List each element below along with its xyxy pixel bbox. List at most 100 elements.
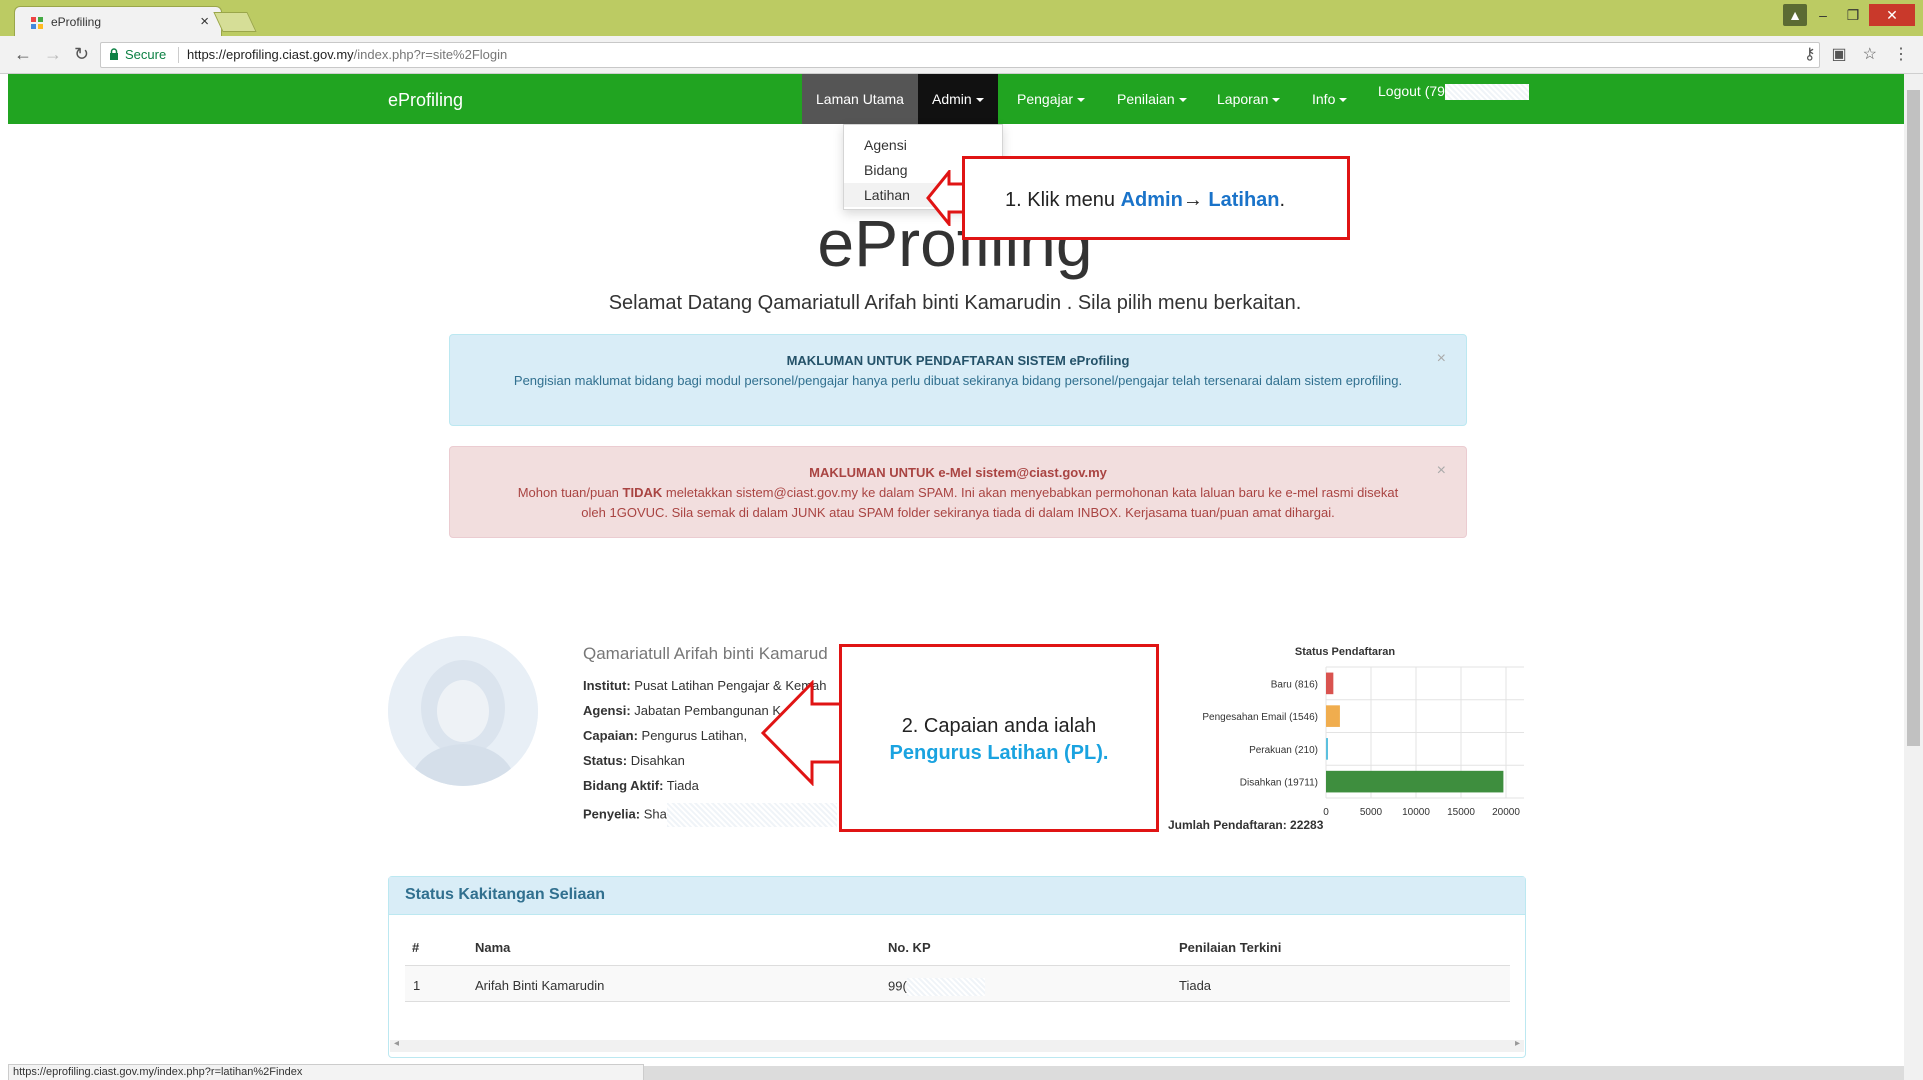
back-icon[interactable]: ← xyxy=(14,44,32,65)
page-horizontal-scrollbar[interactable] xyxy=(644,1066,1904,1080)
chart-category-label: Pengesahan Email (1546) xyxy=(1202,712,1318,723)
forward-icon[interactable]: → xyxy=(44,44,62,65)
tab-title: eProfiling xyxy=(51,15,102,29)
nav-label: Admin xyxy=(932,91,972,107)
close-window-button[interactable]: ✕ xyxy=(1869,4,1915,26)
danger-alert: MAKLUMAN UNTUK e-Mel sistem@ciast.gov.my… xyxy=(449,446,1467,538)
site-brand[interactable]: eProfiling xyxy=(388,90,463,111)
restore-button[interactable]: ❐ xyxy=(1839,4,1867,26)
browser-tab-strip xyxy=(0,0,1923,36)
profile-bidang: Bidang Aktif: Tiada xyxy=(583,778,699,793)
status-pendaftaran-chart: Status Pendaftaran Baru (816) Pengesahan … xyxy=(1168,646,1524,832)
scroll-right-icon[interactable]: ▸ xyxy=(1515,1038,1520,1049)
nav-label: Laman Utama xyxy=(816,91,904,107)
scroll-left-icon[interactable]: ◂ xyxy=(394,1038,399,1049)
table-horizontal-scrollbar[interactable]: ◂ ▸ xyxy=(390,1038,1524,1052)
profile-capaian: Capaian: Pengurus Latihan, xyxy=(583,728,747,743)
reload-icon[interactable]: ↻ xyxy=(74,44,89,65)
info-alert-heading: MAKLUMAN UNTUK PENDAFTARAN SISTEM eProfi… xyxy=(786,353,1130,368)
nav-label: Penilaian xyxy=(1117,91,1175,107)
nav-label: Pengajar xyxy=(1017,91,1074,107)
url-host: https://eprofiling.ciast.gov.my xyxy=(187,47,354,62)
chart-tick-label: 0 xyxy=(1323,807,1329,818)
col-header-penilaian: Penilaian Terkini xyxy=(1179,940,1282,955)
callout1-arrow xyxy=(926,170,965,226)
danger-alert-heading: MAKLUMAN UNTUK e-Mel sistem@ciast.gov.my xyxy=(809,465,1107,480)
callout1-arrow-glyph: → xyxy=(1182,189,1209,211)
window-controls: ▲ – ❐ ✕ xyxy=(1783,4,1915,28)
profile-name: Qamariatull Arifah binti Kamarud xyxy=(583,644,828,663)
dropdown-item-agensi[interactable]: Agensi xyxy=(844,133,1002,157)
danger-alert-body: Mohon tuan/puan TIDAK meletakkan sistem@… xyxy=(510,483,1406,523)
close-icon[interactable]: × xyxy=(1437,349,1446,369)
nav-laman-utama[interactable]: Laman Utama xyxy=(802,74,918,124)
minimize-button[interactable]: – xyxy=(1809,4,1837,26)
chart-category-label: Disahkan (19711) xyxy=(1240,778,1318,789)
tab-close-icon[interactable]: × xyxy=(200,13,209,30)
chart-bar xyxy=(1326,705,1340,727)
chart-bar xyxy=(1326,672,1334,695)
welcome-message: Selamat Datang Qamariatull Arifah binti … xyxy=(608,292,1302,314)
info-alert-body: Pengisian maklumat bidang bagi modul per… xyxy=(513,373,1403,388)
danger-body-post: meletakkan sistem@ciast.gov.my ke dalam … xyxy=(581,485,1399,520)
nav-penilaian[interactable]: Penilaian xyxy=(1103,74,1201,124)
scrollbar-thumb[interactable] xyxy=(1907,90,1920,746)
danger-body-pre: Mohon tuan/puan xyxy=(517,485,623,500)
translate-icon[interactable]: ▣ xyxy=(1832,44,1847,64)
chart-category-labels: Baru (816) Pengesahan Email (1546) Perakua… xyxy=(1202,679,1318,788)
caret-down-icon xyxy=(1178,98,1187,103)
chart-category-label: Perakuan (210) xyxy=(1249,745,1318,756)
profile-status: Status: Disahkan xyxy=(583,753,685,768)
lock-icon xyxy=(110,48,118,60)
chart-tick-labels: 0 5000 10000 15000 20000 xyxy=(1323,807,1520,818)
penyelia-label: Penyelia: xyxy=(583,806,641,822)
callout1-text: 1. Klik menu Admin→ Latihan. xyxy=(1005,189,1285,212)
nav-pengajar[interactable]: Pengajar xyxy=(1003,74,1099,124)
close-icon[interactable]: × xyxy=(1437,461,1446,481)
callout1-prefix: 1. Klik menu xyxy=(1005,189,1121,211)
cell-nokp-value: 99( xyxy=(888,978,907,994)
star-icon[interactable]: ☆ xyxy=(1863,44,1877,64)
institut-label: Institut: xyxy=(583,678,631,693)
favicon-icon xyxy=(31,17,43,29)
nav-admin[interactable]: Admin xyxy=(918,74,998,124)
danger-body-bold: TIDAK xyxy=(622,485,663,500)
browser-tab[interactable]: eProfiling × xyxy=(14,6,222,36)
callout2-arrow xyxy=(760,680,843,786)
callout1-suffix: . xyxy=(1279,189,1286,211)
caret-down-icon xyxy=(975,98,984,103)
toolbar-icons: ⚷ ▣ ☆ ⋮ xyxy=(1804,44,1909,64)
nav-label: Info xyxy=(1312,91,1336,107)
chart-category-label: Baru (816) xyxy=(1271,679,1318,690)
key-icon[interactable]: ⚷ xyxy=(1804,44,1816,64)
capaian-label: Capaian: xyxy=(583,728,638,743)
col-header-nama: Nama xyxy=(475,940,511,955)
nav-info[interactable]: Info xyxy=(1298,74,1361,124)
nav-logout[interactable]: Logout (79 xyxy=(1364,74,1543,124)
chart-tick-label: 10000 xyxy=(1402,807,1430,818)
chart-tick-label: 15000 xyxy=(1447,807,1475,818)
chart-total-label: Jumlah Pendaftaran: 22283 xyxy=(1168,818,1324,832)
agensi-label: Agensi: xyxy=(583,703,631,718)
url-text: https://eprofiling.ciast.gov.my/index.ph… xyxy=(187,43,507,67)
chart-bar xyxy=(1326,770,1504,793)
profile-icon[interactable]: ▲ xyxy=(1783,4,1807,26)
callout2-line1: 2. Capaian anda ialah xyxy=(901,715,1097,737)
omnibox-separator xyxy=(178,47,179,63)
url-input[interactable]: Secure https://eprofiling.ciast.gov.my/i… xyxy=(100,42,1820,68)
bidang-label: Bidang Aktif: xyxy=(583,778,664,793)
status-value: Disahkan xyxy=(630,753,685,768)
instruction-callout-2: 2. Capaian anda ialah Pengurus Latihan (… xyxy=(839,644,1159,832)
status-bar: https://eprofiling.ciast.gov.my/index.ph… xyxy=(8,1064,644,1080)
col-header-index: # xyxy=(412,940,420,955)
cell-nokp: 99( xyxy=(888,978,985,996)
chart-tick-label: 20000 xyxy=(1492,807,1520,818)
menu-icon[interactable]: ⋮ xyxy=(1893,44,1909,64)
bidang-value: Tiada xyxy=(666,778,699,793)
penyelia-value: Sha xyxy=(643,806,667,822)
callout1-latihan: Latihan xyxy=(1208,189,1280,211)
avatar xyxy=(388,636,538,786)
cell-nama: Arifah Binti Kamarudin xyxy=(475,978,605,993)
avatar-photo xyxy=(388,636,538,786)
nav-laporan[interactable]: Laporan xyxy=(1203,74,1294,124)
